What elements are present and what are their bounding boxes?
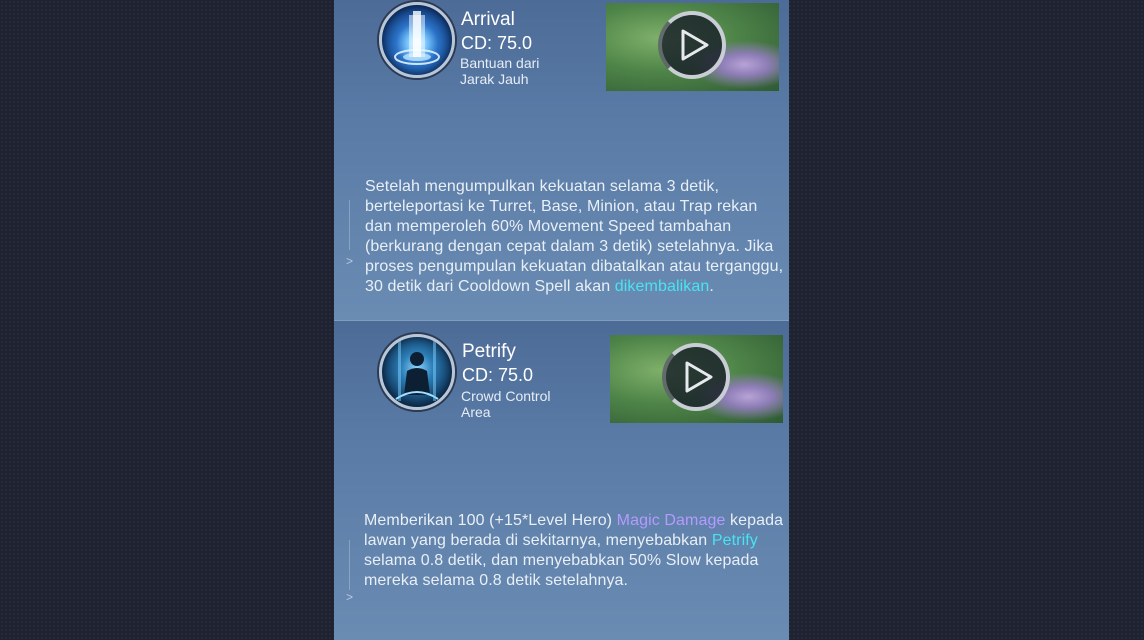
edge-line bbox=[349, 200, 350, 250]
spell-name: Petrify bbox=[462, 341, 516, 362]
spell-description: Memberikan 100 (+15*Level Hero) Magic Da… bbox=[364, 511, 789, 591]
spell-list[interactable]: Arrival CD: 75.0 Bantuan dari Jarak Jauh… bbox=[334, 0, 789, 640]
spell-preview-video[interactable] bbox=[610, 335, 783, 423]
spell-category: Bantuan dari Jarak Jauh bbox=[460, 55, 570, 87]
chevron-right-icon: > bbox=[346, 590, 354, 604]
spell-category-line2: Jarak Jauh bbox=[460, 71, 529, 87]
desc-text: selama 0.8 detik, dan menyebabkan 50% Sl… bbox=[364, 552, 759, 589]
spell-category-line1: Crowd Control bbox=[461, 388, 551, 404]
spell-preview-video[interactable] bbox=[606, 3, 779, 91]
spell-category: Crowd Control Area bbox=[461, 388, 571, 420]
spell-card-arrival: Arrival CD: 75.0 Bantuan dari Jarak Jauh… bbox=[334, 0, 789, 320]
spell-description: Setelah mengumpulkan kekuatan selama 3 d… bbox=[365, 177, 785, 297]
desc-text: Setelah mengumpulkan kekuatan selama 3 d… bbox=[365, 178, 784, 295]
arrival-spell-icon bbox=[379, 2, 455, 78]
spell-category-line1: Bantuan dari bbox=[460, 55, 540, 71]
desc-highlight: Magic Damage bbox=[616, 512, 726, 529]
desc-text: . bbox=[709, 278, 714, 295]
play-icon bbox=[681, 29, 709, 61]
chevron-right-icon: > bbox=[346, 254, 354, 268]
desc-highlight: Petrify bbox=[711, 532, 758, 549]
petrify-spell-icon bbox=[379, 334, 455, 410]
play-icon bbox=[685, 361, 713, 393]
desc-text: Memberikan 100 (+15*Level Hero) bbox=[364, 512, 617, 529]
spell-cooldown: CD: 75.0 bbox=[461, 33, 533, 53]
spell-cooldown: CD: 75.0 bbox=[462, 365, 534, 385]
play-button[interactable] bbox=[662, 343, 730, 411]
spell-name: Arrival bbox=[461, 9, 515, 30]
desc-highlight: dikembalikan bbox=[614, 278, 710, 295]
spell-category-line2: Area bbox=[461, 404, 491, 420]
edge-line bbox=[349, 540, 350, 590]
play-button[interactable] bbox=[658, 11, 726, 79]
